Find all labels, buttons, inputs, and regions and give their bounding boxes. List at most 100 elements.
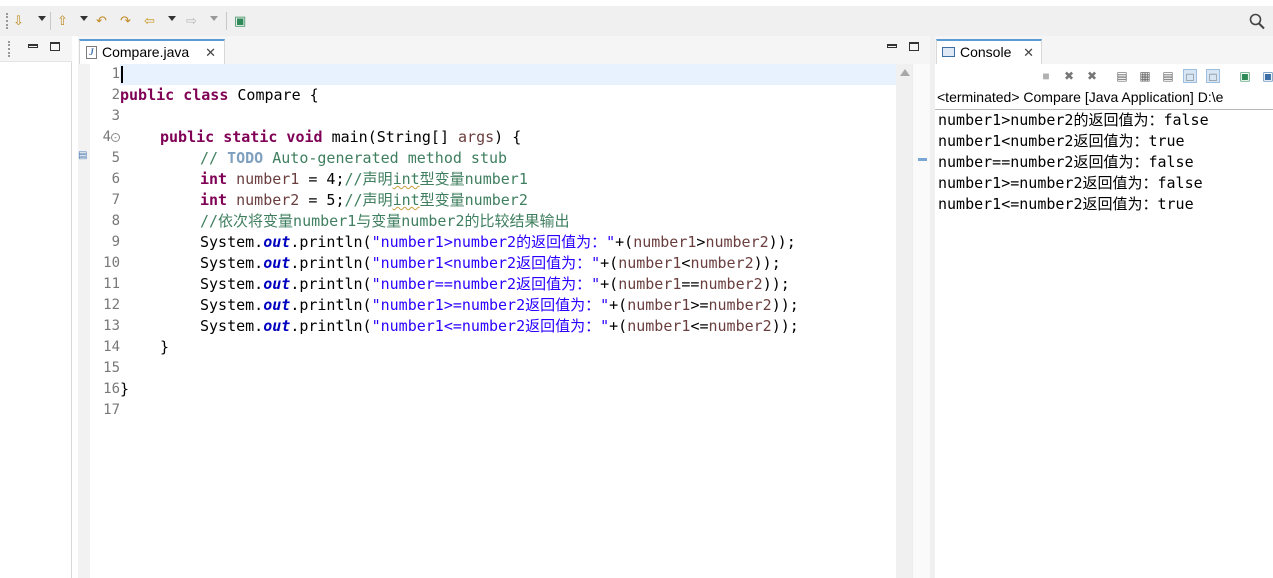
operator: <=: [690, 317, 709, 335]
code-line-8: //依次将变量number1与变量number2的比较结果输出: [200, 212, 570, 230]
console-launch-header: <terminated> Compare [Java Application] …: [937, 89, 1224, 105]
line-number: 8: [111, 213, 120, 229]
code-text: Compare {: [228, 86, 319, 104]
clear-console-icon[interactable]: ▤: [1115, 69, 1129, 83]
forward-icon[interactable]: ⇨: [186, 13, 197, 29]
comment: 型变量number2: [419, 191, 528, 209]
task-overview-mark[interactable]: [918, 158, 927, 161]
previous-annotation-dropdown-icon[interactable]: [80, 16, 88, 21]
maximize-icon[interactable]: [909, 42, 919, 51]
word-wrap-icon[interactable]: ▤: [1161, 69, 1175, 83]
static-field: out: [263, 275, 291, 293]
code-text: .println(: [290, 233, 372, 251]
comment: //声明: [344, 170, 393, 188]
console-output-line[interactable]: number1<=number2返回值为：true: [938, 194, 1273, 215]
task-marker-icon[interactable]: ▤: [78, 150, 89, 162]
fold-collapse-icon[interactable]: -: [111, 133, 120, 142]
back-dropdown-icon[interactable]: [168, 16, 176, 21]
line-number: 17: [103, 402, 120, 418]
next-annotation-dropdown-icon[interactable]: [38, 16, 46, 21]
tab-compare-java[interactable]: J Compare.java ✕: [79, 39, 225, 64]
search-icon[interactable]: [1249, 12, 1265, 30]
panel-border: [71, 62, 72, 578]
left-panel-header: [0, 36, 72, 62]
variable: number2: [708, 317, 772, 335]
remove-all-terminated-icon[interactable]: ✖: [1085, 69, 1099, 83]
variable: number1: [627, 296, 691, 314]
code-text: main(String[]: [322, 128, 459, 146]
last-edit-location-icon[interactable]: ↶: [96, 13, 107, 29]
back-icon[interactable]: ⇦: [144, 13, 155, 29]
code-text: +(: [615, 233, 634, 251]
code-line-2: public class Compare {: [120, 85, 319, 106]
console-output-line[interactable]: number1<number2返回值为：true: [938, 131, 1273, 152]
code-text: ));: [768, 233, 796, 251]
toolbar-separator: [50, 12, 51, 30]
minimize-icon[interactable]: [28, 44, 38, 48]
display-selected-console-icon[interactable]: ▣: [1261, 69, 1273, 83]
toolbar-separator: [226, 12, 227, 30]
previous-annotation-icon[interactable]: ⇧: [57, 13, 68, 29]
comment-spelling: int: [392, 170, 420, 188]
string-literal: "number1>=number2返回值为：": [371, 296, 610, 314]
minimize-icon[interactable]: [887, 44, 897, 48]
code-line-6: int number1 = 4;//声明int型变量number1: [200, 169, 528, 190]
console-output-line[interactable]: number1>=number2返回值为：false: [938, 173, 1273, 194]
code-text: ));: [762, 275, 790, 293]
comment: 型变量number1: [419, 170, 528, 188]
code-text: +(: [609, 296, 628, 314]
panel-grip[interactable]: [8, 41, 11, 57]
string-literal: "number1<number2返回值为：": [371, 254, 601, 272]
operator: >=: [690, 296, 709, 314]
code-line-13: System.out.println("number1<=number2返回值为…: [200, 316, 799, 337]
variable: number1: [236, 170, 300, 188]
variable: number1: [618, 254, 682, 272]
vertical-scrollbar[interactable]: [896, 64, 912, 578]
operator: ==: [681, 275, 700, 293]
line-number: 13: [103, 318, 120, 334]
code-line-11: System.out.println("number==number2返回值为：…: [200, 274, 790, 295]
close-icon[interactable]: ✕: [1023, 45, 1034, 61]
forward-dropdown-icon[interactable]: [210, 16, 218, 21]
overview-ruler[interactable]: [912, 64, 930, 578]
console-output-line[interactable]: number1>number2的返回值为：false: [938, 110, 1273, 131]
pin-editor-icon[interactable]: ▣: [234, 13, 246, 29]
code-lines[interactable]: public class Compare { public static voi…: [120, 64, 896, 578]
code-text: System.: [200, 296, 264, 314]
code-text: +(: [600, 275, 619, 293]
variable: number2: [690, 254, 754, 272]
comment: //声明: [344, 191, 393, 209]
pin-console-icon[interactable]: ▣: [1238, 69, 1252, 83]
tab-console[interactable]: Console ✕: [936, 39, 1042, 64]
line-number: 7: [111, 192, 120, 208]
keyword: public class: [120, 86, 229, 104]
code-area[interactable]: ▤ 1 2 3 4 5 6 7 8 9 10 11 12 13 14 15 16…: [78, 64, 930, 578]
show-on-stdout-icon[interactable]: □: [1183, 69, 1197, 84]
line-number: 10: [103, 255, 120, 271]
parameter: args: [458, 128, 495, 146]
code-text: .println(: [290, 317, 372, 335]
show-on-stderr-icon[interactable]: □: [1206, 69, 1220, 84]
terminate-icon[interactable]: ■: [1039, 69, 1053, 83]
code-line-14: }: [160, 338, 170, 356]
next-annotation-icon[interactable]: ⇩: [13, 13, 24, 29]
remove-launch-icon[interactable]: ✖: [1062, 69, 1076, 83]
console-icon: [942, 47, 955, 57]
string-literal: "number1>number2的返回值为：": [371, 233, 616, 251]
console-output-line[interactable]: number==number2返回值为：false: [938, 152, 1273, 173]
comment: Auto-generated method stub: [263, 149, 508, 167]
static-field: out: [263, 254, 291, 272]
code-text: .println(: [290, 296, 372, 314]
variable: number2: [708, 296, 772, 314]
toolbar-grip[interactable]: [6, 13, 9, 29]
close-icon[interactable]: ✕: [205, 45, 216, 61]
code-text: .println(: [290, 254, 372, 272]
line-number: 12: [103, 297, 120, 313]
scroll-lock-icon[interactable]: ▦: [1138, 69, 1152, 83]
scroll-up-arrow-icon[interactable]: [900, 69, 910, 76]
console-tab-bar: Console ✕: [935, 36, 1273, 64]
last-edit-forward-icon[interactable]: ↷: [120, 13, 131, 29]
code-editor: J Compare.java ✕ ▤ 1 2 3 4 5 6 7 8 9 10 …: [78, 36, 930, 578]
line-number: 11: [103, 276, 120, 292]
maximize-icon[interactable]: [50, 42, 60, 51]
